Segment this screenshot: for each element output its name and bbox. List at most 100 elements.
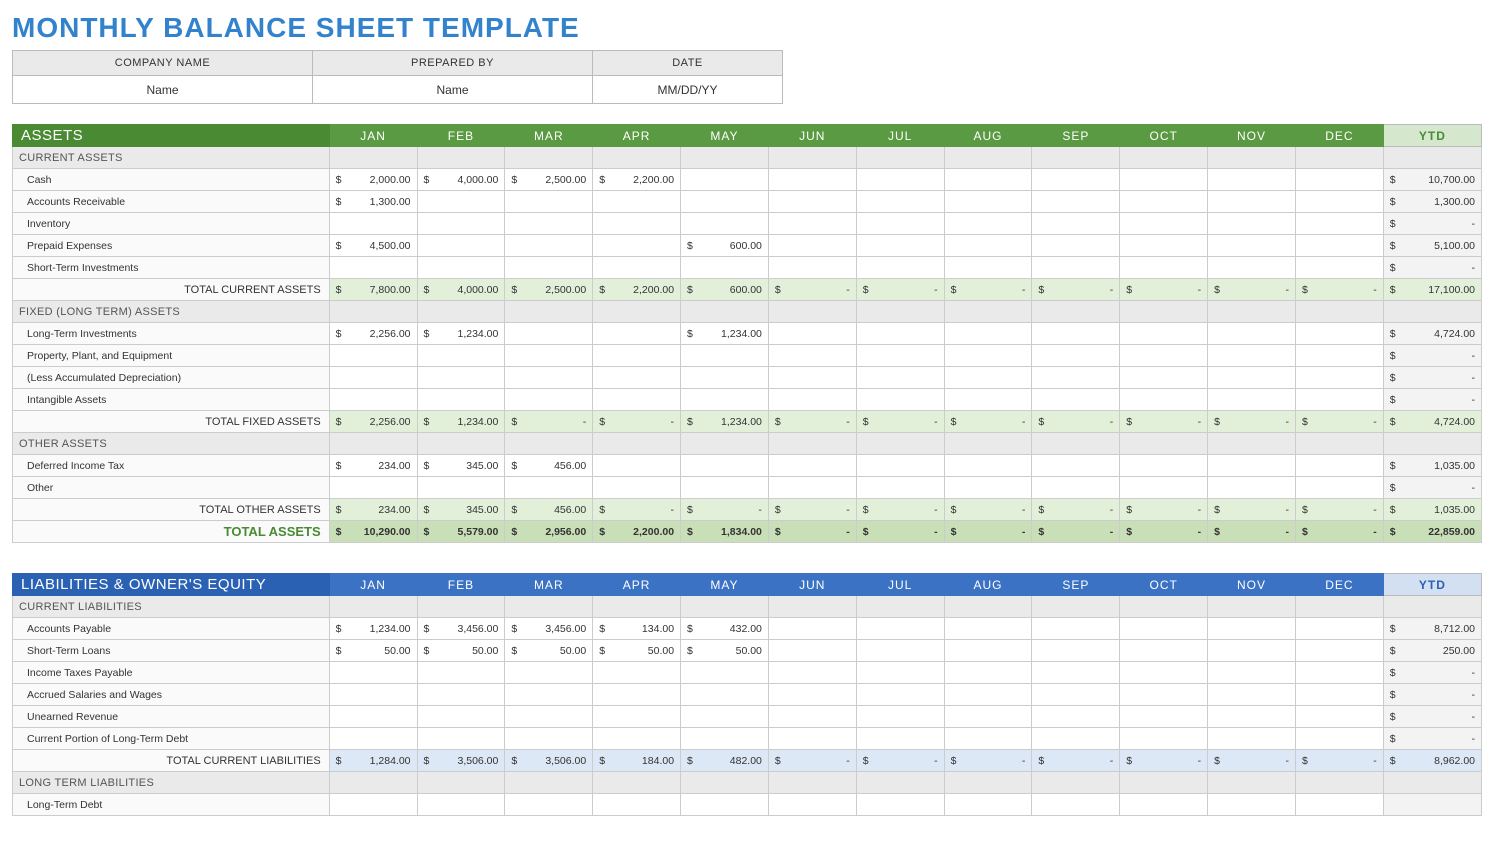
data-cell[interactable]: [768, 367, 856, 389]
data-cell[interactable]: [1032, 640, 1120, 662]
data-cell[interactable]: [681, 169, 769, 191]
data-cell[interactable]: [593, 662, 681, 684]
data-cell[interactable]: [1120, 257, 1208, 279]
data-cell[interactable]: [1120, 794, 1208, 816]
data-cell[interactable]: [944, 640, 1032, 662]
data-cell[interactable]: [681, 684, 769, 706]
ytd-cell[interactable]: $1,035.00: [1383, 455, 1481, 477]
data-cell[interactable]: [593, 794, 681, 816]
data-cell[interactable]: $345.00: [417, 455, 505, 477]
data-cell[interactable]: [1032, 684, 1120, 706]
data-cell[interactable]: [417, 684, 505, 706]
data-cell[interactable]: [856, 323, 944, 345]
data-cell[interactable]: [505, 345, 593, 367]
data-cell[interactable]: [768, 169, 856, 191]
subtotal-ytd-cell[interactable]: $4,724.00: [1383, 411, 1481, 433]
data-cell[interactable]: [1295, 684, 1383, 706]
data-cell[interactable]: [768, 477, 856, 499]
data-cell[interactable]: [593, 235, 681, 257]
subtotal-cell[interactable]: $-: [593, 411, 681, 433]
data-cell[interactable]: [593, 213, 681, 235]
data-cell[interactable]: [1032, 235, 1120, 257]
data-cell[interactable]: [768, 662, 856, 684]
data-cell[interactable]: [681, 257, 769, 279]
subtotal-cell[interactable]: $-: [681, 499, 769, 521]
grand-cell[interactable]: $-: [1032, 521, 1120, 543]
subtotal-cell[interactable]: $-: [1120, 750, 1208, 772]
data-cell[interactable]: [681, 728, 769, 750]
data-cell[interactable]: [944, 706, 1032, 728]
data-cell[interactable]: [329, 345, 417, 367]
data-cell[interactable]: [593, 367, 681, 389]
data-cell[interactable]: [768, 728, 856, 750]
data-cell[interactable]: [1208, 728, 1296, 750]
data-cell[interactable]: [593, 389, 681, 411]
data-cell[interactable]: [505, 794, 593, 816]
subtotal-cell[interactable]: $2,200.00: [593, 279, 681, 301]
data-cell[interactable]: [1032, 169, 1120, 191]
data-cell[interactable]: $456.00: [505, 455, 593, 477]
data-cell[interactable]: [944, 213, 1032, 235]
subtotal-cell[interactable]: $234.00: [329, 499, 417, 521]
data-cell[interactable]: [593, 257, 681, 279]
grand-ytd-cell[interactable]: $22,859.00: [1383, 521, 1481, 543]
data-cell[interactable]: [329, 728, 417, 750]
data-cell[interactable]: [1032, 345, 1120, 367]
grand-cell[interactable]: $2,200.00: [593, 521, 681, 543]
data-cell[interactable]: $1,234.00: [329, 618, 417, 640]
data-cell[interactable]: [329, 706, 417, 728]
subtotal-cell[interactable]: $-: [944, 279, 1032, 301]
data-cell[interactable]: [593, 455, 681, 477]
data-cell[interactable]: $432.00: [681, 618, 769, 640]
data-cell[interactable]: [1120, 323, 1208, 345]
data-cell[interactable]: [1208, 257, 1296, 279]
grand-cell[interactable]: $2,956.00: [505, 521, 593, 543]
subtotal-cell[interactable]: $4,000.00: [417, 279, 505, 301]
data-cell[interactable]: $2,256.00: [329, 323, 417, 345]
subtotal-cell[interactable]: $1,234.00: [681, 411, 769, 433]
data-cell[interactable]: [593, 706, 681, 728]
data-cell[interactable]: [1208, 345, 1296, 367]
grand-cell[interactable]: $-: [1295, 521, 1383, 543]
data-cell[interactable]: [1032, 191, 1120, 213]
subtotal-cell[interactable]: $-: [1032, 750, 1120, 772]
data-cell[interactable]: [417, 191, 505, 213]
data-cell[interactable]: [944, 323, 1032, 345]
data-cell[interactable]: [1032, 794, 1120, 816]
data-cell[interactable]: [1120, 640, 1208, 662]
data-cell[interactable]: [1208, 235, 1296, 257]
data-cell[interactable]: [1032, 618, 1120, 640]
subtotal-cell[interactable]: $-: [1120, 279, 1208, 301]
data-cell[interactable]: [329, 213, 417, 235]
data-cell[interactable]: [856, 191, 944, 213]
subtotal-ytd-cell[interactable]: $17,100.00: [1383, 279, 1481, 301]
data-cell[interactable]: [1295, 235, 1383, 257]
data-cell[interactable]: [505, 728, 593, 750]
data-cell[interactable]: [505, 706, 593, 728]
data-cell[interactable]: [944, 477, 1032, 499]
data-cell[interactable]: [1208, 367, 1296, 389]
subtotal-cell[interactable]: $1,284.00: [329, 750, 417, 772]
data-cell[interactable]: [329, 367, 417, 389]
data-cell[interactable]: [505, 367, 593, 389]
data-cell[interactable]: $50.00: [593, 640, 681, 662]
data-cell[interactable]: [1295, 728, 1383, 750]
data-cell[interactable]: [505, 191, 593, 213]
data-cell[interactable]: [1295, 345, 1383, 367]
data-cell[interactable]: $600.00: [681, 235, 769, 257]
data-cell[interactable]: [944, 455, 1032, 477]
ytd-cell[interactable]: [1383, 794, 1481, 816]
data-cell[interactable]: [417, 389, 505, 411]
data-cell[interactable]: [1208, 684, 1296, 706]
subtotal-cell[interactable]: $600.00: [681, 279, 769, 301]
data-cell[interactable]: [1032, 323, 1120, 345]
data-cell[interactable]: $234.00: [329, 455, 417, 477]
data-cell[interactable]: [1295, 191, 1383, 213]
data-cell[interactable]: [856, 640, 944, 662]
data-cell[interactable]: [856, 794, 944, 816]
data-cell[interactable]: $1,234.00: [681, 323, 769, 345]
subtotal-cell[interactable]: $-: [1208, 750, 1296, 772]
subtotal-cell[interactable]: $-: [944, 499, 1032, 521]
data-cell[interactable]: [593, 477, 681, 499]
data-cell[interactable]: [1295, 706, 1383, 728]
